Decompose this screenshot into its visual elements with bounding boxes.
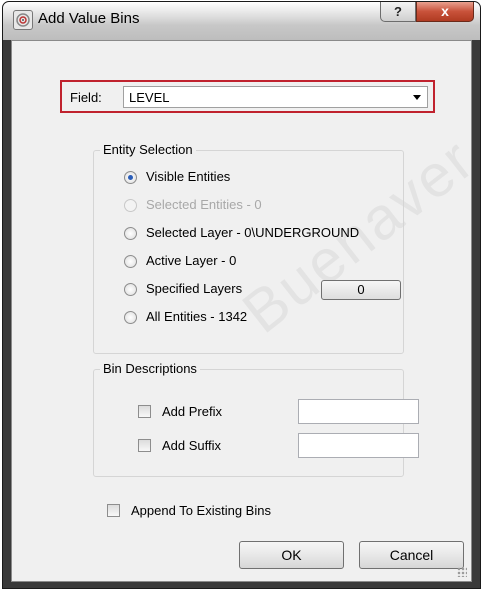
add-value-bins-dialog: Add Value Bins ? x Buenaver Field: LEVEL… (2, 1, 483, 589)
field-dropdown[interactable]: LEVEL (123, 86, 428, 108)
help-button[interactable]: ? (380, 2, 416, 22)
append-label: Append To Existing Bins (131, 503, 271, 518)
add-prefix-label: Add Prefix (162, 404, 222, 419)
resize-grip-icon[interactable] (457, 567, 467, 577)
radio-label: Selected Entities - 0 (146, 197, 262, 212)
close-button[interactable]: x (416, 2, 474, 22)
add-prefix-checkbox[interactable] (138, 405, 151, 418)
field-dropdown-value: LEVEL (129, 90, 170, 105)
append-checkbox[interactable] (107, 504, 120, 517)
bin-descriptions-group: Bin Descriptions Add Prefix Add Suffix (93, 361, 419, 477)
prefix-input[interactable] (298, 399, 419, 424)
dialog-body: Buenaver Field: LEVEL Entity Selection V… (11, 40, 483, 582)
ok-button[interactable]: OK (239, 541, 344, 569)
specified-layers-button[interactable]: 0 (321, 280, 401, 300)
radio-button[interactable] (124, 311, 137, 324)
add-suffix-checkbox[interactable] (138, 439, 151, 452)
bin-descriptions-title: Bin Descriptions (100, 361, 200, 376)
radio-label: Selected Layer - 0\UNDERGROUND (146, 225, 360, 240)
suffix-input[interactable] (298, 433, 419, 458)
radio-button-checked[interactable] (124, 171, 137, 184)
field-row: Field: LEVEL (60, 80, 435, 113)
radio-button[interactable] (124, 255, 137, 268)
radio-button-disabled (124, 199, 137, 212)
radio-button[interactable] (124, 283, 137, 296)
radio-label: Active Layer - 0 (146, 253, 237, 268)
add-suffix-label: Add Suffix (162, 438, 222, 453)
entity-selection-title: Entity Selection (100, 142, 196, 157)
title-bar[interactable]: Add Value Bins ? x (3, 2, 480, 40)
radio-label: Visible Entities (146, 169, 231, 184)
app-icon (13, 10, 33, 30)
radio-button[interactable] (124, 227, 137, 240)
radio-label: All Entities - 1342 (146, 309, 248, 324)
window-title: Add Value Bins (38, 10, 140, 27)
entity-selection-group: Entity Selection Visible Entities Select… (93, 142, 404, 354)
cancel-button[interactable]: Cancel (359, 541, 464, 569)
field-label: Field: (70, 90, 102, 105)
radio-label: Specified Layers (146, 281, 243, 296)
dropdown-arrow-icon[interactable] (413, 95, 421, 100)
